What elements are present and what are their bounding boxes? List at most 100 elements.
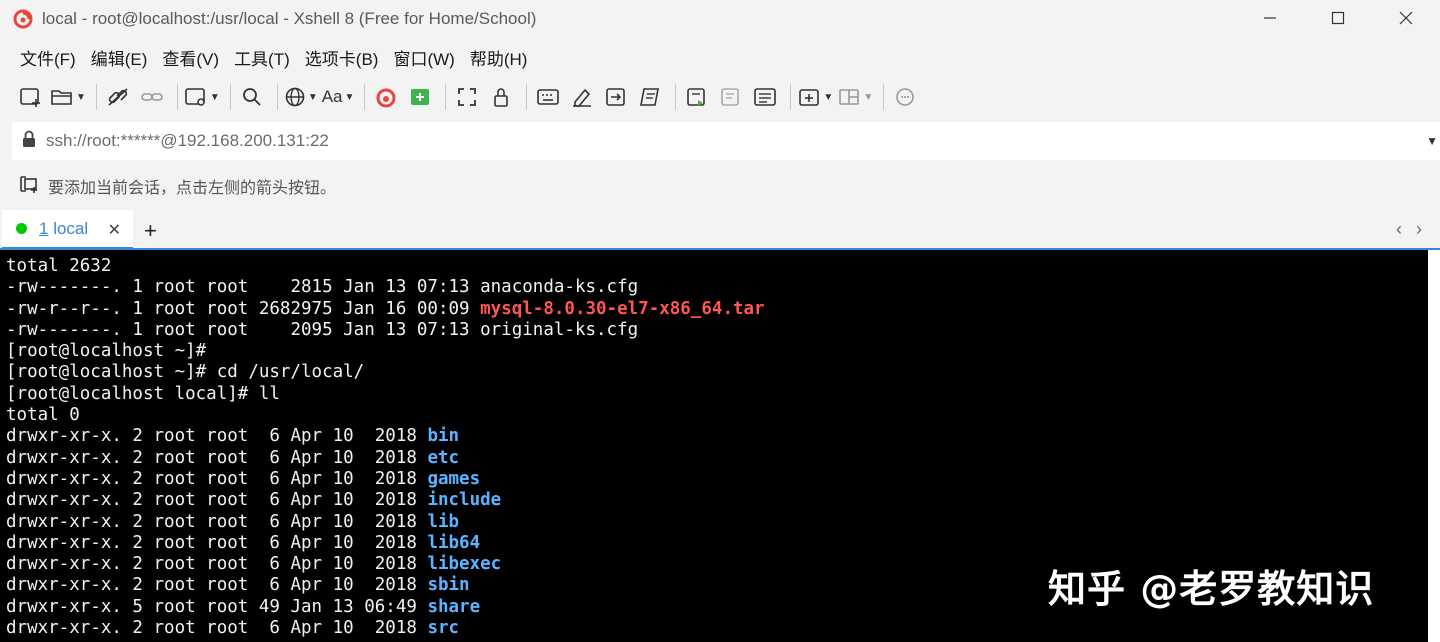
terminal-line: drwxr-xr-x. 2 root root 6 Apr 10 2018 li… [6, 512, 1428, 533]
toolbar-divider [229, 84, 231, 110]
toolbar-divider [95, 84, 97, 110]
menu-window[interactable]: 窗口(W) [393, 45, 454, 70]
tab-next-icon[interactable]: › [1416, 219, 1422, 240]
xshell-button[interactable] [371, 82, 401, 112]
encoding-button[interactable]: ▼ [284, 82, 318, 112]
terminal-text: drwxr-xr-x. 2 root root 6 Apr 10 2018 [6, 490, 428, 511]
quick-command-button[interactable] [750, 82, 780, 112]
menu-tabs[interactable]: 选项卡(B) [305, 45, 379, 70]
find-button[interactable] [237, 82, 267, 112]
terminal-text: drwxr-xr-x. 5 root root 49 Jan 13 06:49 [6, 596, 428, 617]
close-button[interactable] [1372, 0, 1440, 36]
terminal-line: drwxr-xr-x. 2 root root 6 Apr 10 2018 li… [6, 533, 1428, 554]
pen-icon [573, 88, 592, 107]
fullscreen-icon [458, 88, 477, 106]
chat-button[interactable] [890, 82, 920, 112]
disconnect-button[interactable] [103, 82, 133, 112]
caret-down-icon: ▼ [307, 91, 318, 103]
terminal-text: [root@localhost ~]# cd /usr/local/ [6, 362, 365, 383]
terminal-line: drwxr-xr-x. 2 root root 6 Apr 10 2018 bi… [6, 426, 1428, 447]
reconnect-button[interactable] [137, 82, 167, 112]
terminal-text: total 0 [6, 405, 80, 426]
new-tab-group-button[interactable]: ▼ [797, 82, 833, 112]
terminal-line: [root@localhost ~]# [6, 341, 1428, 362]
menu-bar: 文件(F) 编辑(E) 查看(V) 工具(T) 选项卡(B) 窗口(W) 帮助(… [0, 40, 542, 74]
xftp-button[interactable] [405, 82, 435, 112]
terminal-text: -rw-r--r--. 1 root root 2682975 Jan 16 0… [6, 298, 481, 319]
menu-view[interactable]: 查看(V) [162, 45, 219, 70]
directory-name: include [427, 490, 502, 511]
caret-down-icon: ▼ [209, 91, 220, 103]
fullscreen-button[interactable] [452, 82, 482, 112]
keyboard-icon [537, 89, 560, 105]
tab-bar: 1 local ✕ + ‹ › [0, 210, 1440, 250]
file-name: mysql-8.0.30-el7-x86_64.tar [480, 298, 765, 319]
caret-down-icon: ▼ [76, 91, 86, 103]
compose-button[interactable] [682, 82, 712, 112]
menu-edit[interactable]: 编辑(E) [91, 45, 148, 70]
new-session-button[interactable] [16, 82, 46, 112]
menu-file[interactable]: 文件(F) [20, 45, 76, 70]
session-hint-bar: 要添加当前会话，点击左侧的箭头按钮。 [18, 172, 336, 200]
close-tab-icon[interactable]: ✕ [108, 220, 121, 240]
terminal-text: drwxr-xr-x. 2 root root 6 Apr 10 2018 [6, 554, 428, 575]
toolbar-divider [883, 84, 885, 110]
terminal-text: drwxr-xr-x. 2 root root 6 Apr 10 2018 [6, 447, 428, 468]
terminal-line: total 0 [6, 405, 1428, 426]
terminal-scrollbar[interactable] [1428, 250, 1440, 642]
lock-icon [494, 88, 509, 107]
open-session-button[interactable]: ▼ [50, 82, 86, 112]
document-icon [721, 88, 740, 106]
lock-button[interactable] [486, 82, 516, 112]
tab-local[interactable]: 1 local ✕ [2, 210, 133, 250]
layout-button[interactable]: ▼ [837, 82, 873, 112]
session-address[interactable]: ssh://root:******@192.168.200.131:22 [46, 131, 329, 151]
add-box-icon [799, 89, 820, 106]
terminal-line: -rw-------. 1 root root 2815 Jan 13 07:1… [6, 277, 1428, 298]
terminal-line: total 2632 [6, 256, 1428, 277]
caret-down-icon: ▼ [823, 91, 834, 103]
terminal-text: drwxr-xr-x. 2 root root 6 Apr 10 2018 [6, 426, 428, 447]
xshell-icon [376, 88, 396, 108]
minimize-button[interactable] [1236, 0, 1304, 36]
properties-button[interactable]: ▼ [184, 82, 220, 112]
menu-tools[interactable]: 工具(T) [234, 45, 290, 70]
tab-number: 1 [39, 218, 49, 238]
transfer-button[interactable] [601, 82, 631, 112]
script-button[interactable] [635, 82, 665, 112]
keyboard-button[interactable] [533, 82, 563, 112]
terminal-text: drwxr-xr-x. 2 root root 6 Apr 10 2018 [6, 575, 428, 596]
highlight-button[interactable] [567, 82, 597, 112]
new-session-icon [20, 88, 40, 107]
list-icon [754, 88, 777, 106]
compose-icon [687, 88, 706, 106]
terminal-line: drwxr-xr-x. 2 root root 6 Apr 10 2018 et… [6, 448, 1428, 469]
terminal-line: -rw-------. 1 root root 2095 Jan 13 07:1… [6, 320, 1428, 341]
font-button[interactable]: Aa ▼ [322, 82, 355, 112]
compose-bar-button[interactable] [716, 82, 746, 112]
maximize-button[interactable] [1304, 0, 1372, 36]
tab-prev-icon[interactable]: ‹ [1396, 219, 1402, 240]
tab-label: 1 local [39, 219, 88, 239]
watermark-text: 知乎 @老罗教知识 [1048, 567, 1375, 611]
directory-name: src [427, 618, 460, 639]
toolbar-divider [276, 84, 278, 110]
new-tab-button[interactable]: + [144, 218, 157, 244]
search-icon [242, 88, 261, 106]
unlink-icon [108, 88, 128, 106]
address-bar[interactable]: ssh://root:******@192.168.200.131:22 ▼ [12, 122, 1440, 160]
terminal-line: drwxr-xr-x. 2 root root 6 Apr 10 2018 sr… [6, 618, 1428, 639]
toolbar-divider [364, 84, 366, 110]
menu-help[interactable]: 帮助(H) [470, 45, 528, 70]
directory-name: etc [427, 447, 460, 468]
add-session-arrow-icon[interactable] [18, 174, 40, 199]
terminal-text: [root@localhost local]# ll [6, 383, 280, 404]
toolbar-divider [176, 84, 178, 110]
terminal-text: -rw-------. 1 root root 2815 Jan 13 07:1… [6, 277, 639, 298]
layout-icon [839, 89, 860, 105]
lock-icon [22, 130, 36, 153]
address-dropdown-icon[interactable]: ▼ [1426, 134, 1438, 148]
terminal-line: [root@localhost ~]# cd /usr/local/ [6, 362, 1428, 383]
terminal-line: [root@localhost local]# ll [6, 384, 1428, 405]
window-title: local - root@localhost:/usr/local - Xshe… [42, 9, 537, 28]
